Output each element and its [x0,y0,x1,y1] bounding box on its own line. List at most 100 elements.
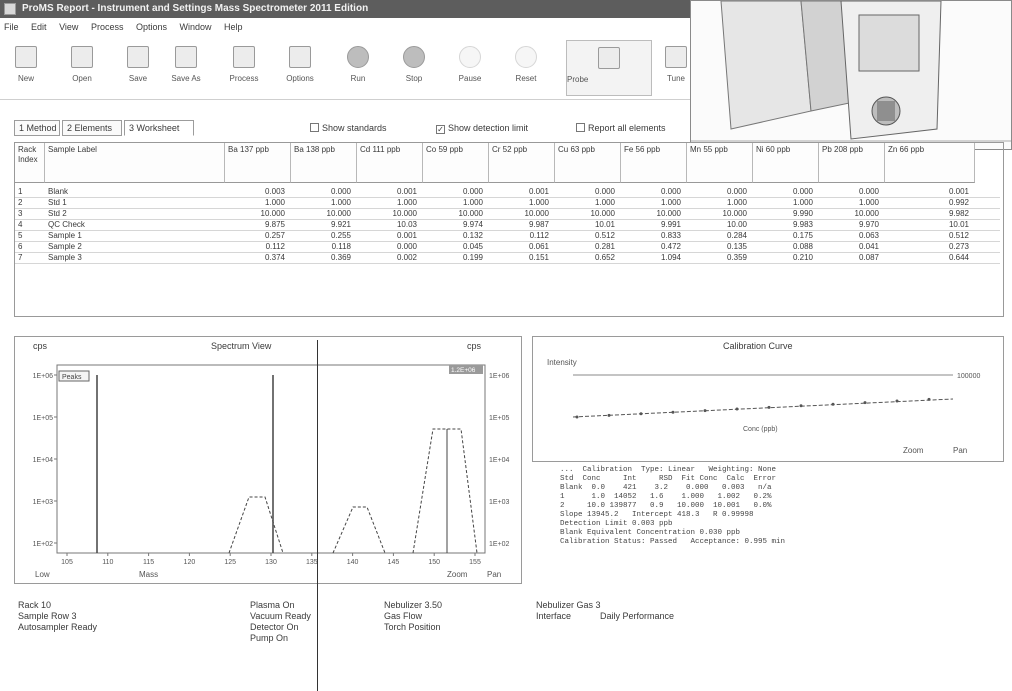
column-header[interactable]: Cu 63 ppb [555,143,621,183]
menu-window[interactable]: Window [180,22,212,32]
process-button[interactable]: Process [222,40,266,96]
table-cell[interactable]: 1.000 [690,198,750,208]
table-cell[interactable]: 0.002 [360,253,420,263]
table-cell[interactable]: 10.000 [558,209,618,219]
table-cell[interactable]: 0.833 [624,231,684,241]
table-cell[interactable]: 0.359 [690,253,750,263]
column-header[interactable]: Ba 138 ppb [291,143,357,183]
table-cell[interactable]: 1.094 [624,253,684,263]
table-cell[interactable]: 0.175 [756,231,816,241]
menu-options[interactable]: Options [136,22,167,32]
table-cell[interactable]: 0.284 [690,231,750,241]
table-cell[interactable]: 0.369 [294,253,354,263]
table-cell[interactable]: 1.000 [228,198,288,208]
table-cell[interactable]: 0.041 [822,242,882,252]
column-header[interactable]: Ni 60 ppb [753,143,819,183]
table-cell[interactable]: 1.000 [756,198,816,208]
calibration-plot[interactable]: Intensity 100000 Conc (ppb) Zoom Pan [533,355,1003,461]
table-cell[interactable]: 0.001 [360,187,420,197]
table-cell[interactable]: 0.199 [426,253,486,263]
report-all-option[interactable]: Report all elements [576,123,666,134]
table-cell[interactable]: 10.000 [822,209,882,219]
table-cell[interactable]: 6 [18,242,42,252]
table-cell[interactable]: 0.000 [690,187,750,197]
table-cell[interactable]: 0.992 [888,198,972,208]
column-header[interactable]: Zn 66 ppb [885,143,975,183]
table-cell[interactable]: 9.970 [822,220,882,230]
tab-elements[interactable]: 2 Elements [62,120,122,136]
table-cell[interactable]: 10.000 [360,209,420,219]
table-cell[interactable]: 9.990 [756,209,816,219]
column-header[interactable]: Rack Index [15,143,45,183]
table-cell[interactable]: 10.000 [294,209,354,219]
table-cell[interactable]: 0.063 [822,231,882,241]
table-cell[interactable]: 0.257 [228,231,288,241]
table-cell[interactable]: 0.061 [492,242,552,252]
table-cell[interactable]: 10.000 [492,209,552,219]
table-cell[interactable]: 1.000 [294,198,354,208]
table-cell[interactable]: 9.983 [756,220,816,230]
table-cell[interactable]: 0.112 [228,242,288,252]
column-header[interactable]: Mn 55 ppb [687,143,753,183]
table-cell[interactable]: 4 [18,220,42,230]
table-cell[interactable]: 10.000 [690,209,750,219]
table-cell[interactable]: 10.03 [360,220,420,230]
pause-button[interactable]: Pause [448,40,492,96]
menu-help[interactable]: Help [224,22,243,32]
table-cell[interactable]: 10.01 [888,220,972,230]
table-cell[interactable]: 0.000 [624,187,684,197]
table-cell[interactable]: 1.000 [492,198,552,208]
column-header[interactable]: Co 59 ppb [423,143,489,183]
options-button[interactable]: Options [278,40,322,96]
table-cell[interactable]: 10.000 [228,209,288,219]
menu-view[interactable]: View [59,22,78,32]
table-cell[interactable]: Sample 2 [48,242,222,252]
show-standards-option[interactable]: Show standards [310,123,387,134]
table-cell[interactable]: 0.512 [888,231,972,241]
table-cell[interactable]: 0.000 [426,187,486,197]
table-cell[interactable]: Std 1 [48,198,222,208]
table-cell[interactable]: 9.991 [624,220,684,230]
table-cell[interactable]: 3 [18,209,42,219]
save-as-button[interactable]: Save As [164,40,208,96]
column-header[interactable]: Cd 111 ppb [357,143,423,183]
tab-method[interactable]: 1 Method [14,120,60,136]
table-cell[interactable]: 0.000 [558,187,618,197]
table-cell[interactable]: 9.982 [888,209,972,219]
table-cell[interactable]: 9.974 [426,220,486,230]
table-cell[interactable]: 0.255 [294,231,354,241]
table-cell[interactable]: 0.001 [492,187,552,197]
table-cell[interactable]: 1.000 [360,198,420,208]
table-cell[interactable]: 7 [18,253,42,263]
column-header[interactable]: Fe 56 ppb [621,143,687,183]
table-cell[interactable]: 10.000 [426,209,486,219]
table-cell[interactable]: 0.087 [822,253,882,263]
table-cell[interactable]: 0.001 [888,187,972,197]
table-cell[interactable]: 2 [18,198,42,208]
table-cell[interactable]: 10.00 [690,220,750,230]
table-cell[interactable]: 0.112 [492,231,552,241]
menu-edit[interactable]: Edit [31,22,47,32]
table-cell[interactable]: 9.875 [228,220,288,230]
table-cell[interactable]: 9.987 [492,220,552,230]
table-cell[interactable]: 0.045 [426,242,486,252]
tab-worksheet[interactable]: 3 Worksheet [124,120,194,136]
save-button[interactable]: Save [116,40,160,96]
table-cell[interactable]: 1.000 [624,198,684,208]
run-button[interactable]: Run [336,40,380,96]
table-cell[interactable]: 1.000 [822,198,882,208]
table-cell[interactable]: 0.512 [558,231,618,241]
table-cell[interactable]: 1.000 [558,198,618,208]
table-cell[interactable]: Blank [48,187,222,197]
table-cell[interactable]: 1 [18,187,42,197]
table-cell[interactable]: 10.01 [558,220,618,230]
table-cell[interactable]: 0.210 [756,253,816,263]
menu-file[interactable]: File [4,22,19,32]
stop-button[interactable]: Stop [392,40,436,96]
column-header[interactable]: Sample Label [45,143,225,183]
table-cell[interactable]: 0.000 [822,187,882,197]
menu-process[interactable]: Process [91,22,124,32]
table-cell[interactable]: 0.652 [558,253,618,263]
open-button[interactable]: Open [60,40,104,96]
table-cell[interactable]: Sample 3 [48,253,222,263]
